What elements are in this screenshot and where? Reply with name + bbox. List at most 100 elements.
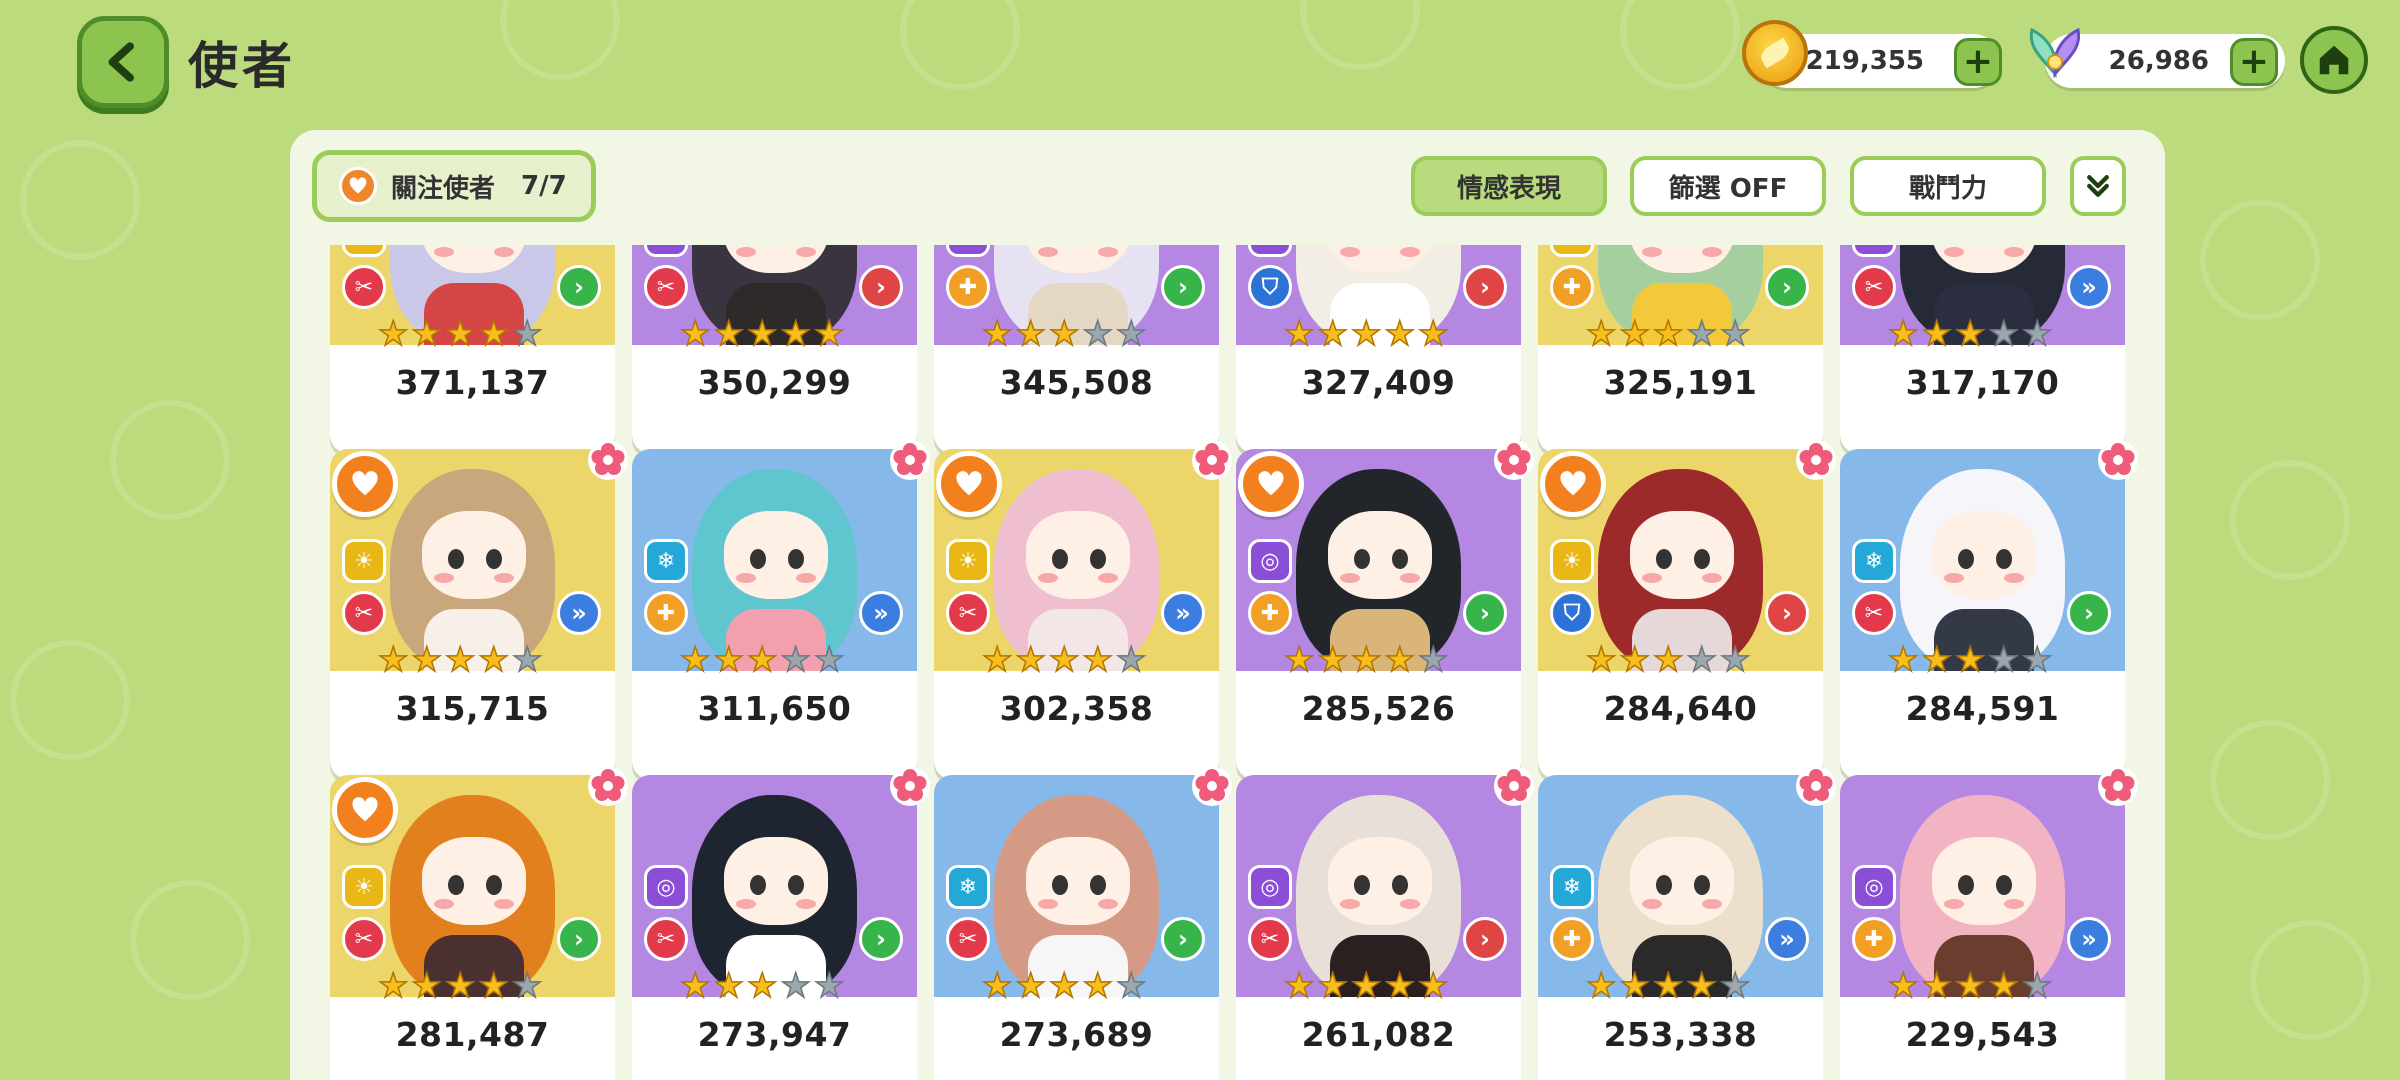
star-icon: ★ <box>813 966 845 1006</box>
attack-role-icon: ✂ <box>644 265 688 309</box>
heal-role-icon: ✚ <box>1550 917 1594 961</box>
tank-role-icon: ⛉ <box>1550 591 1594 635</box>
star-icon: ★ <box>1954 966 1986 1006</box>
flower-icon <box>2097 765 2139 807</box>
star-icon: ★ <box>1417 314 1449 354</box>
star-icon: ★ <box>1350 314 1382 354</box>
star-icon: ★ <box>511 966 543 1006</box>
star-icon: ★ <box>1384 640 1416 680</box>
expand-button[interactable] <box>2070 156 2126 216</box>
star-rating: ★ ★ ★ ★ ★ <box>981 968 1147 1004</box>
combat-power-value: 302,358 <box>999 689 1154 728</box>
void-element-icon: ◎ <box>1248 245 1292 257</box>
star-icon: ★ <box>1988 640 2020 680</box>
star-icon: ★ <box>1652 966 1684 1006</box>
star-icon: ★ <box>1887 314 1919 354</box>
flower-icon <box>1191 765 1233 807</box>
combat-power-value: 261,082 <box>1301 1015 1456 1054</box>
character-card[interactable]: ◎ ✂ › ★ ★ ★ ★ ★ 273,947 <box>632 766 930 1080</box>
character-card[interactable]: ❄ ✂ › ★ ★ ★ ★ ★ 273,689 <box>934 766 1232 1080</box>
character-card[interactable]: ☀ ✂» ★ ★ ★ ★ ★ 315,715 <box>330 440 628 779</box>
heal-role-icon: ✚ <box>946 265 990 309</box>
flower-icon <box>889 439 931 481</box>
character-card[interactable]: ❄ ✚» ★ ★ ★ ★ ★ 253,338 <box>1538 766 1836 1080</box>
chevron-right-icon: » <box>1765 917 1809 961</box>
character-card[interactable]: ◎✂›★★★★★350,299 <box>632 245 917 453</box>
chevron-right-icon: » <box>859 591 903 635</box>
combat-power-value: 273,947 <box>697 1015 852 1054</box>
star-icon: ★ <box>511 314 543 354</box>
star-icon: ★ <box>780 640 812 680</box>
star-icon: ★ <box>1082 640 1114 680</box>
star-icon: ★ <box>1317 314 1349 354</box>
attack-role-icon: ✂ <box>342 591 386 635</box>
star-icon: ★ <box>1350 966 1382 1006</box>
sun-element-icon: ☀ <box>342 539 386 583</box>
combat-power-value: 285,526 <box>1301 689 1456 728</box>
star-rating: ★ ★ ★ ★ ★ <box>1283 966 1449 1006</box>
character-card[interactable]: ☀✚›★★★★★325,191 <box>1538 245 1823 453</box>
gold-coin-icon <box>1742 20 1808 86</box>
star-rating: ★ ★ ★ ★ ★ <box>1887 314 2053 354</box>
character-card[interactable]: ◎ ✚ › ★ ★ ★ ★ ★ 285,526 <box>1236 440 1534 779</box>
star-rating: ★ ★ ★ ★ ★ <box>1887 640 2053 680</box>
attack-role-icon: ✂ <box>946 917 990 961</box>
character-card[interactable]: ❄ ✚» ★ ★ ★ ★ ★ 311,650 <box>632 440 930 779</box>
flower-icon <box>587 765 629 807</box>
star-icon: ★ <box>1283 314 1315 354</box>
star-icon: ★ <box>1988 314 2020 354</box>
star-rating: ★ ★ ★ ★ ★ <box>377 640 543 680</box>
star-rating: ★ ★ ★ ★ ★ <box>679 314 845 354</box>
favorite-heart-icon[interactable] <box>1540 451 1606 517</box>
character-card[interactable]: ☀ ✂ › ★ ★ ★ ★ ★ 281,487 <box>330 766 628 1080</box>
character-card[interactable]: ☀ ✂» ★ ★ ★ ★ ★ 302,358 <box>934 440 1232 779</box>
star-icon: ★ <box>411 640 443 680</box>
star-icon: ★ <box>1988 966 2020 1006</box>
character-card[interactable]: ◎ ✚» ★ ★ ★ ★ ★ 229,543 <box>1840 766 2138 1080</box>
filter-button[interactable]: 篩選 OFF <box>1630 156 1826 216</box>
back-button[interactable] <box>77 16 169 108</box>
heal-role-icon: ✚ <box>1248 591 1292 635</box>
chevron-right-icon: › <box>1765 265 1809 309</box>
character-card[interactable]: ◎ ✂ › ★ ★ ★ ★ ★ 261,082 <box>1236 766 1534 1080</box>
favorite-heart-icon[interactable] <box>332 777 398 843</box>
favorite-heart-icon[interactable] <box>1238 451 1304 517</box>
star-icon: ★ <box>1719 314 1751 354</box>
chevron-right-icon: › <box>1765 591 1809 635</box>
add-gem-button[interactable]: + <box>2230 38 2278 86</box>
combat-power-value: 371,137 <box>395 363 550 402</box>
expression-toggle-button[interactable]: 情感表現 <box>1411 156 1607 216</box>
character-grid[interactable]: ☀✂›★★★★★371,137 ◎✂›★★★★★350,299 ◎✚›★★★★★… <box>312 245 2152 1080</box>
character-card[interactable]: ◎✂»★★★★★317,170 <box>1840 245 2125 453</box>
sort-power-button[interactable]: 戰鬥力 <box>1850 156 2046 216</box>
page-title: 使者 <box>188 37 296 95</box>
favorite-heart-icon[interactable] <box>332 451 398 517</box>
flower-icon <box>2097 439 2139 481</box>
character-card[interactable]: ◎⛉›★★★★★327,409 <box>1236 245 1521 453</box>
favorites-filter-button[interactable]: 關注使者 7/7 <box>312 150 596 222</box>
star-icon: ★ <box>713 314 745 354</box>
flower-icon <box>587 439 629 481</box>
character-card[interactable]: ☀✂›★★★★★371,137 <box>330 245 615 453</box>
heart-icon <box>339 167 377 205</box>
home-button[interactable] <box>2300 26 2368 94</box>
add-gold-button[interactable]: + <box>1954 38 2002 86</box>
combat-power-value: 253,338 <box>1603 1015 1758 1054</box>
heal-role-icon: ✚ <box>1852 917 1896 961</box>
star-rating: ★ ★ ★ ★ ★ <box>1585 966 1751 1006</box>
star-icon: ★ <box>1585 966 1617 1006</box>
attack-role-icon: ✂ <box>1248 917 1292 961</box>
star-icon: ★ <box>1719 966 1751 1006</box>
character-card[interactable]: ☀ ⛉ › ★ ★ ★ ★ ★ 284,640 <box>1538 440 1836 779</box>
star-icon: ★ <box>1585 640 1617 680</box>
character-card[interactable]: ❄ ✂ › ★ ★ ★ ★ ★ 284,591 <box>1840 440 2138 779</box>
star-icon: ★ <box>1350 640 1382 680</box>
character-card[interactable]: ◎✚›★★★★★345,508 <box>934 245 1219 453</box>
star-icon: ★ <box>1921 966 1953 1006</box>
double-chevron-down-icon <box>2087 175 2109 197</box>
sun-element-icon: ☀ <box>342 865 386 909</box>
favorite-heart-icon[interactable] <box>936 451 1002 517</box>
star-icon: ★ <box>444 640 476 680</box>
ice-element-icon: ❄ <box>1550 865 1594 909</box>
chevron-right-icon: › <box>2067 591 2111 635</box>
